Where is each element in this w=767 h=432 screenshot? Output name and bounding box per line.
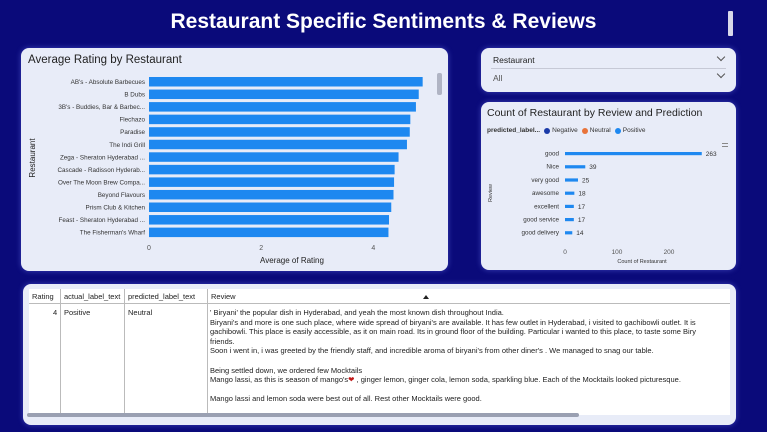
category-label: Feast - Sheraton Hyderabad ... — [59, 217, 146, 224]
review-line: Mango lassi and lemon soda were best out… — [210, 394, 482, 404]
page-title: Restaurant Specific Sentiments & Reviews — [170, 10, 597, 33]
category-label: The Fisherman's Wharf — [80, 230, 145, 237]
chevron-down-icon[interactable] — [716, 52, 726, 62]
reviews-table[interactable]: Rating actual_label_text predicted_label… — [29, 289, 730, 415]
slicer-divider — [491, 68, 726, 69]
review-line — [210, 385, 730, 395]
sort-ascending-icon[interactable] — [423, 295, 429, 299]
bar[interactable] — [149, 102, 416, 112]
category-label: 3B's - Buddies, Bar & Barbec... — [58, 104, 145, 111]
review-line: ' Biryani' the popular dish in Hyderabad… — [210, 308, 504, 317]
category-label: excellent — [534, 203, 559, 210]
data-label: 39 — [589, 164, 597, 171]
header-actual-label[interactable]: actual_label_text — [64, 292, 120, 301]
review-count-card[interactable]: Count of Restaurant by Review and Predic… — [481, 102, 736, 270]
category-label: Nice — [546, 164, 559, 171]
category-label: Over The Moon Brew Compa... — [58, 179, 145, 186]
category-label: Paradise — [120, 129, 145, 136]
data-label: 263 — [706, 151, 717, 158]
bar[interactable] — [149, 164, 395, 175]
x-tick-label: 2 — [259, 245, 263, 252]
bar[interactable] — [565, 218, 574, 222]
chart-scrollbar[interactable] — [437, 73, 442, 95]
data-label: 17 — [578, 204, 586, 211]
bar[interactable] — [149, 177, 395, 187]
average-rating-card[interactable]: Average Rating by Restaurant AB's - Abso… — [21, 48, 448, 271]
slicer-label: Restaurant — [493, 55, 535, 65]
cell-predicted-label: Neutral — [128, 308, 153, 317]
x-tick-label: 100 — [612, 249, 623, 256]
average-rating-chart[interactable]: AB's - Absolute Barbecues B Dubs 3B's - Bu… — [21, 48, 448, 271]
bar[interactable] — [565, 165, 586, 169]
bar[interactable] — [149, 152, 399, 162]
cell-rating: 4 — [53, 308, 58, 317]
category-label: B Dubs — [124, 92, 145, 99]
category-label: The Indi Grill — [109, 142, 145, 149]
header-predicted-label[interactable]: predicted_label_text — [128, 292, 195, 301]
category-label: Prism Club & Kitchen — [86, 205, 146, 212]
category-label: AB's - Absolute Barbecues — [71, 79, 145, 86]
category-label: good delivery — [522, 230, 560, 237]
bar[interactable] — [565, 152, 702, 156]
chevron-down-icon[interactable] — [716, 69, 726, 79]
x-axis-label: Count of Restaurant — [617, 259, 667, 265]
review-count-chart[interactable]: good 263 Nice 39 very good 25 awesome 18 excelle… — [481, 102, 736, 270]
bar[interactable] — [565, 204, 574, 208]
category-label: Beyond Flavours — [98, 192, 145, 199]
review-line: friends. — [210, 336, 235, 346]
x-tick-label: 0 — [147, 245, 151, 252]
bar[interactable] — [149, 127, 410, 137]
y-axis-label: Restaurant — [28, 138, 37, 178]
review-text: Mango lassi, as this is season of mango'… — [210, 375, 349, 385]
y-axis-label: Review — [488, 184, 494, 202]
x-tick-label: 4 — [371, 245, 375, 252]
x-axis-label: Average of Rating — [260, 256, 324, 265]
bar[interactable] — [149, 89, 419, 100]
data-label: 25 — [582, 177, 590, 184]
x-tick-label: 200 — [664, 249, 675, 256]
review-line: Soon i went in, i was greeted by the fri… — [210, 346, 654, 356]
header-rating[interactable]: Rating — [32, 292, 54, 301]
review-line — [210, 356, 730, 366]
bar[interactable] — [565, 191, 575, 195]
data-label: 18 — [578, 191, 586, 198]
bar[interactable] — [149, 215, 390, 225]
bar[interactable] — [149, 202, 392, 213]
data-label: 14 — [576, 230, 584, 237]
cell-review: ' Biryani' the popular dish in Hyderabad… — [210, 308, 730, 404]
page-marker — [728, 11, 733, 36]
category-label: Cascade - Radisson Hyderab... — [58, 167, 146, 174]
cell-actual-label: Positive — [64, 308, 91, 317]
bar[interactable] — [149, 227, 389, 238]
reviews-table-card[interactable]: Rating actual_label_text predicted_label… — [23, 284, 736, 425]
table-horizontal-scrollbar[interactable] — [27, 413, 579, 417]
review-text: , ginger lemon, ginger cola, lemon soda,… — [354, 375, 681, 385]
category-label: Zega - Sheraton Hyderabad ... — [60, 154, 145, 161]
slicer-value[interactable]: All — [493, 73, 502, 83]
bar[interactable] — [149, 77, 423, 87]
bar[interactable] — [149, 139, 407, 150]
review-line: Biryani's and more is one such place, wh… — [210, 317, 696, 327]
category-label: very good — [531, 177, 559, 184]
review-line-with-emoji: Mango lassi, as this is season of mango'… — [210, 375, 730, 385]
category-label: awesome — [532, 190, 559, 197]
review-line: Being settled down, we ordered few Mockt… — [210, 365, 363, 375]
bar[interactable] — [565, 178, 578, 182]
x-tick-label: 0 — [563, 249, 567, 256]
review-line: gachibowli. This place is easily accessi… — [210, 327, 696, 337]
data-label: 17 — [578, 217, 586, 224]
category-label: good — [545, 151, 560, 158]
bar[interactable] — [149, 114, 411, 125]
restaurant-slicer[interactable]: Restaurant All — [481, 48, 736, 92]
bar[interactable] — [565, 231, 573, 235]
category-label: Flechazo — [119, 117, 145, 124]
bar[interactable] — [149, 189, 394, 200]
category-label: good service — [523, 217, 559, 224]
header-review[interactable]: Review — [211, 292, 236, 301]
